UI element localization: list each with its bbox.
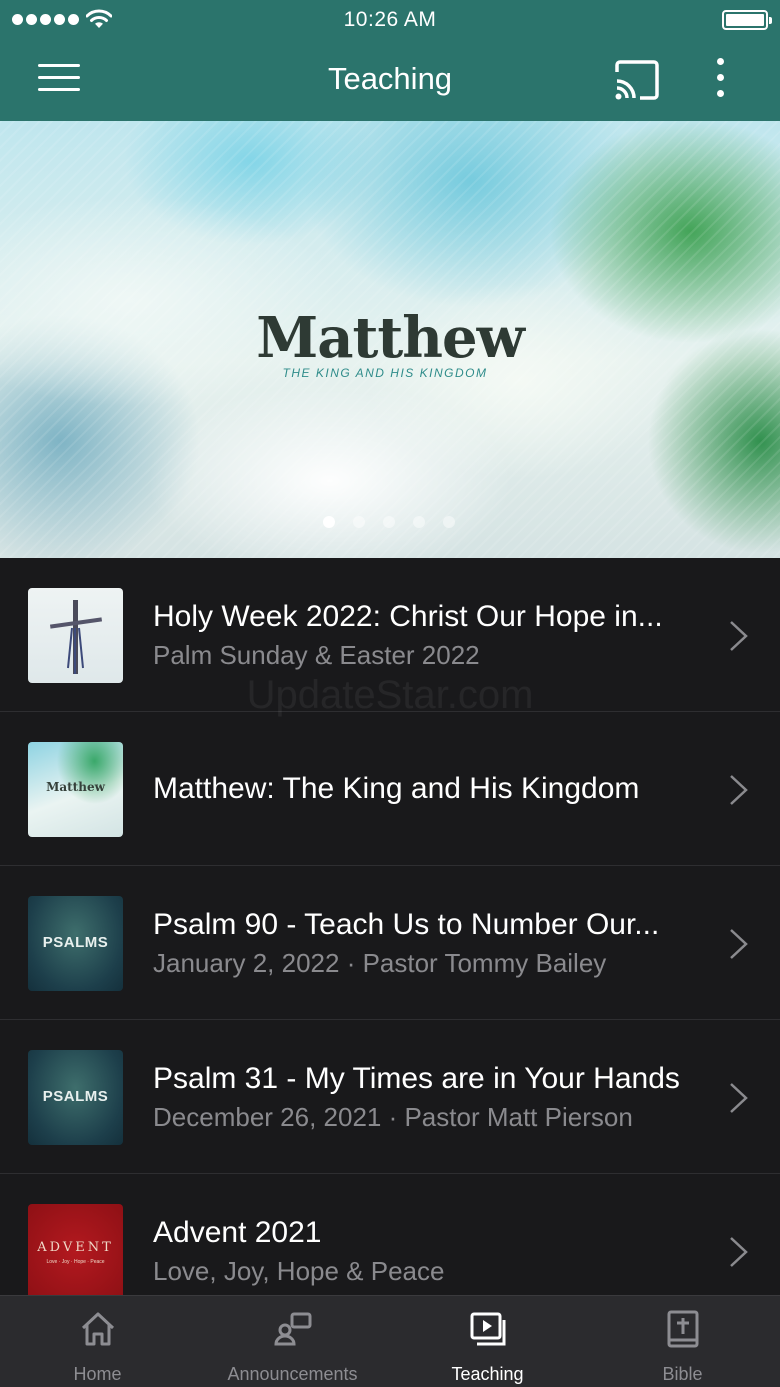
chevron-right-icon (730, 775, 748, 805)
thumbnail-text: ADVENT (37, 1240, 114, 1255)
home-icon (81, 1312, 115, 1346)
hamburger-menu-icon[interactable] (38, 64, 80, 96)
list-item-title: Psalm 90 - Teach Us to Number Our... (153, 908, 660, 941)
psalms-artwork-thumbnail: PSALMS (28, 1050, 123, 1145)
hero-subtitle: THE KING AND HIS KINGDOM (282, 366, 488, 380)
list-item[interactable]: Holy Week 2022: Christ Our Hope in... Pa… (0, 558, 780, 712)
tab-bible[interactable]: Bible (585, 1296, 780, 1387)
list-item-title: Advent 2021 (153, 1216, 322, 1249)
chevron-right-icon (730, 1083, 748, 1113)
cast-icon[interactable] (614, 60, 660, 100)
video-play-icon (470, 1312, 506, 1346)
thumbnail-text: PSALMS (42, 1088, 109, 1105)
cross-artwork-thumbnail (28, 588, 123, 683)
tab-label: Announcements (227, 1364, 358, 1384)
list-item-title: Psalm 31 - My Times are in Your Hands (153, 1062, 680, 1095)
more-vertical-icon[interactable] (705, 58, 735, 102)
carousel-dot[interactable] (383, 516, 395, 528)
psalms-artwork-thumbnail: PSALMS (28, 896, 123, 991)
teaching-list: Holy Week 2022: Christ Our Hope in... Pa… (0, 558, 780, 1295)
tab-announcements[interactable]: Announcements (195, 1296, 390, 1387)
matthew-artwork-thumbnail: Matthew (28, 742, 123, 837)
list-item[interactable]: ADVENT Love · Joy · Hope · Peace Advent … (0, 1174, 780, 1295)
page-title: Teaching (327, 61, 453, 96)
carousel-dot[interactable] (323, 516, 335, 528)
advent-artwork-thumbnail: ADVENT Love · Joy · Hope · Peace (28, 1204, 123, 1295)
status-bar: 10:26 AM (0, 0, 780, 40)
announcements-icon (274, 1312, 312, 1346)
list-item[interactable]: PSALMS Psalm 90 - Teach Us to Number Our… (0, 866, 780, 1020)
list-item[interactable]: PSALMS Psalm 31 - My Times are in Your H… (0, 1020, 780, 1174)
carousel-dot[interactable] (413, 516, 425, 528)
list-item-subtitle: December 26, 2021 · Pastor Matt Pierson (153, 1102, 633, 1132)
tab-label: Teaching (451, 1364, 524, 1384)
list-item-subtitle: January 2, 2022 · Pastor Tommy Bailey (153, 948, 607, 978)
list-item-subtitle: Palm Sunday & Easter 2022 (153, 640, 480, 670)
chevron-right-icon (730, 621, 748, 651)
list-item-title: Holy Week 2022: Christ Our Hope in... (153, 600, 663, 633)
tab-bar: Home Announcements Teaching Bible (0, 1295, 780, 1387)
thumbnail-text: Matthew (46, 780, 105, 794)
chevron-right-icon (730, 929, 748, 959)
tab-home[interactable]: Home (0, 1296, 195, 1387)
carousel-page-indicator[interactable] (323, 516, 455, 528)
hero-carousel[interactable]: Matthew THE KING AND HIS KINGDOM (0, 121, 780, 558)
list-item-subtitle: Love, Joy, Hope & Peace (153, 1256, 445, 1286)
app-header: Teaching (0, 40, 780, 121)
status-time: 10:26 AM (343, 8, 437, 31)
list-item-title: Matthew: The King and His Kingdom (153, 772, 640, 805)
tab-teaching[interactable]: Teaching (390, 1296, 585, 1387)
chevron-right-icon (730, 1237, 748, 1267)
cross-icon (49, 600, 103, 674)
thumbnail-text: PSALMS (42, 934, 109, 951)
top-bar: 10:26 AM Teaching (0, 0, 780, 121)
carousel-dot[interactable] (353, 516, 365, 528)
list-item[interactable]: Matthew Matthew: The King and His Kingdo… (0, 712, 780, 866)
battery-full-icon (722, 10, 772, 30)
hero-title: Matthew (256, 305, 525, 371)
thumbnail-subtext: Love · Joy · Hope · Peace (46, 1259, 105, 1265)
carousel-dot[interactable] (443, 516, 455, 528)
tab-label: Home (73, 1364, 122, 1384)
tab-label: Bible (662, 1364, 703, 1384)
bible-icon (667, 1310, 699, 1348)
